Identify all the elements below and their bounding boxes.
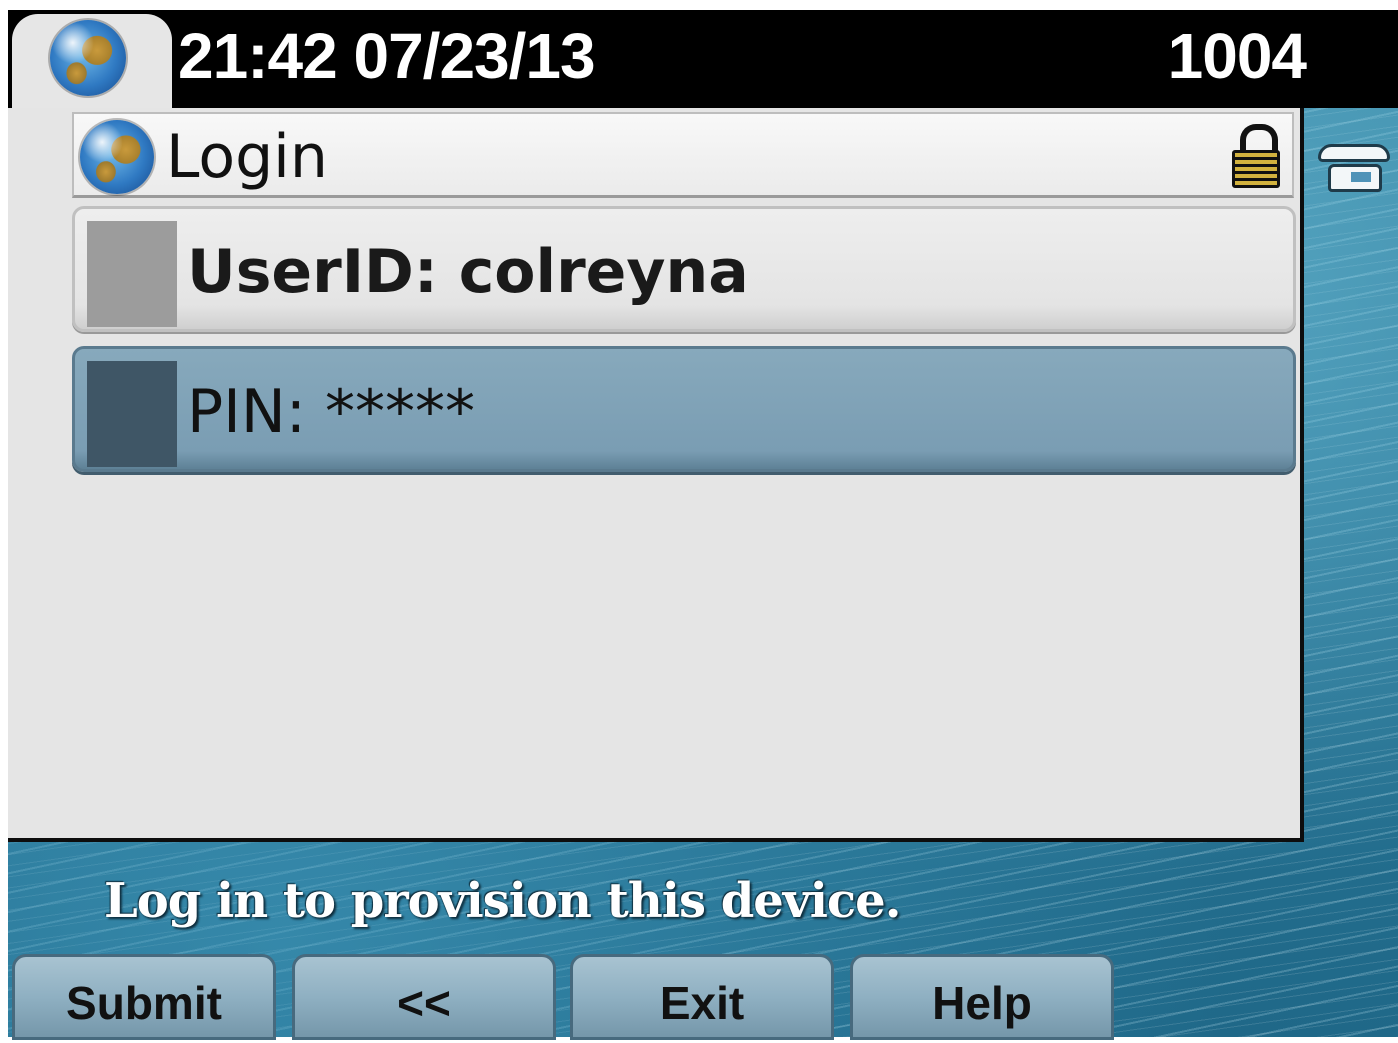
pin-label: PIN: ***** <box>187 377 476 447</box>
header-datetime: 21:42 07/23/13 <box>178 20 596 92</box>
phone-icon[interactable] <box>1318 140 1394 196</box>
phone-screen: 21:42 07/23/13 1004 Login UserID: colrey… <box>0 0 1398 1043</box>
page-title: Login <box>166 122 328 192</box>
globe-icon <box>80 120 154 194</box>
submit-softkey[interactable]: Submit <box>12 954 276 1040</box>
userid-field[interactable]: UserID: colreyna <box>72 206 1296 332</box>
lock-icon <box>1232 124 1280 188</box>
back-softkey[interactable]: << <box>292 954 556 1040</box>
row-marker <box>87 361 177 467</box>
header-extension: 1004 <box>1167 20 1307 92</box>
globe-icon <box>50 20 126 96</box>
screen-frame-top <box>0 0 1398 10</box>
userid-label: UserID: colreyna <box>187 237 749 307</box>
status-prompt: Log in to provision this device. <box>104 873 901 929</box>
help-softkey[interactable]: Help <box>850 954 1114 1040</box>
pin-field[interactable]: PIN: ***** <box>72 346 1296 472</box>
screen-frame-left <box>0 0 8 1043</box>
row-marker <box>87 221 177 327</box>
exit-softkey[interactable]: Exit <box>570 954 834 1040</box>
